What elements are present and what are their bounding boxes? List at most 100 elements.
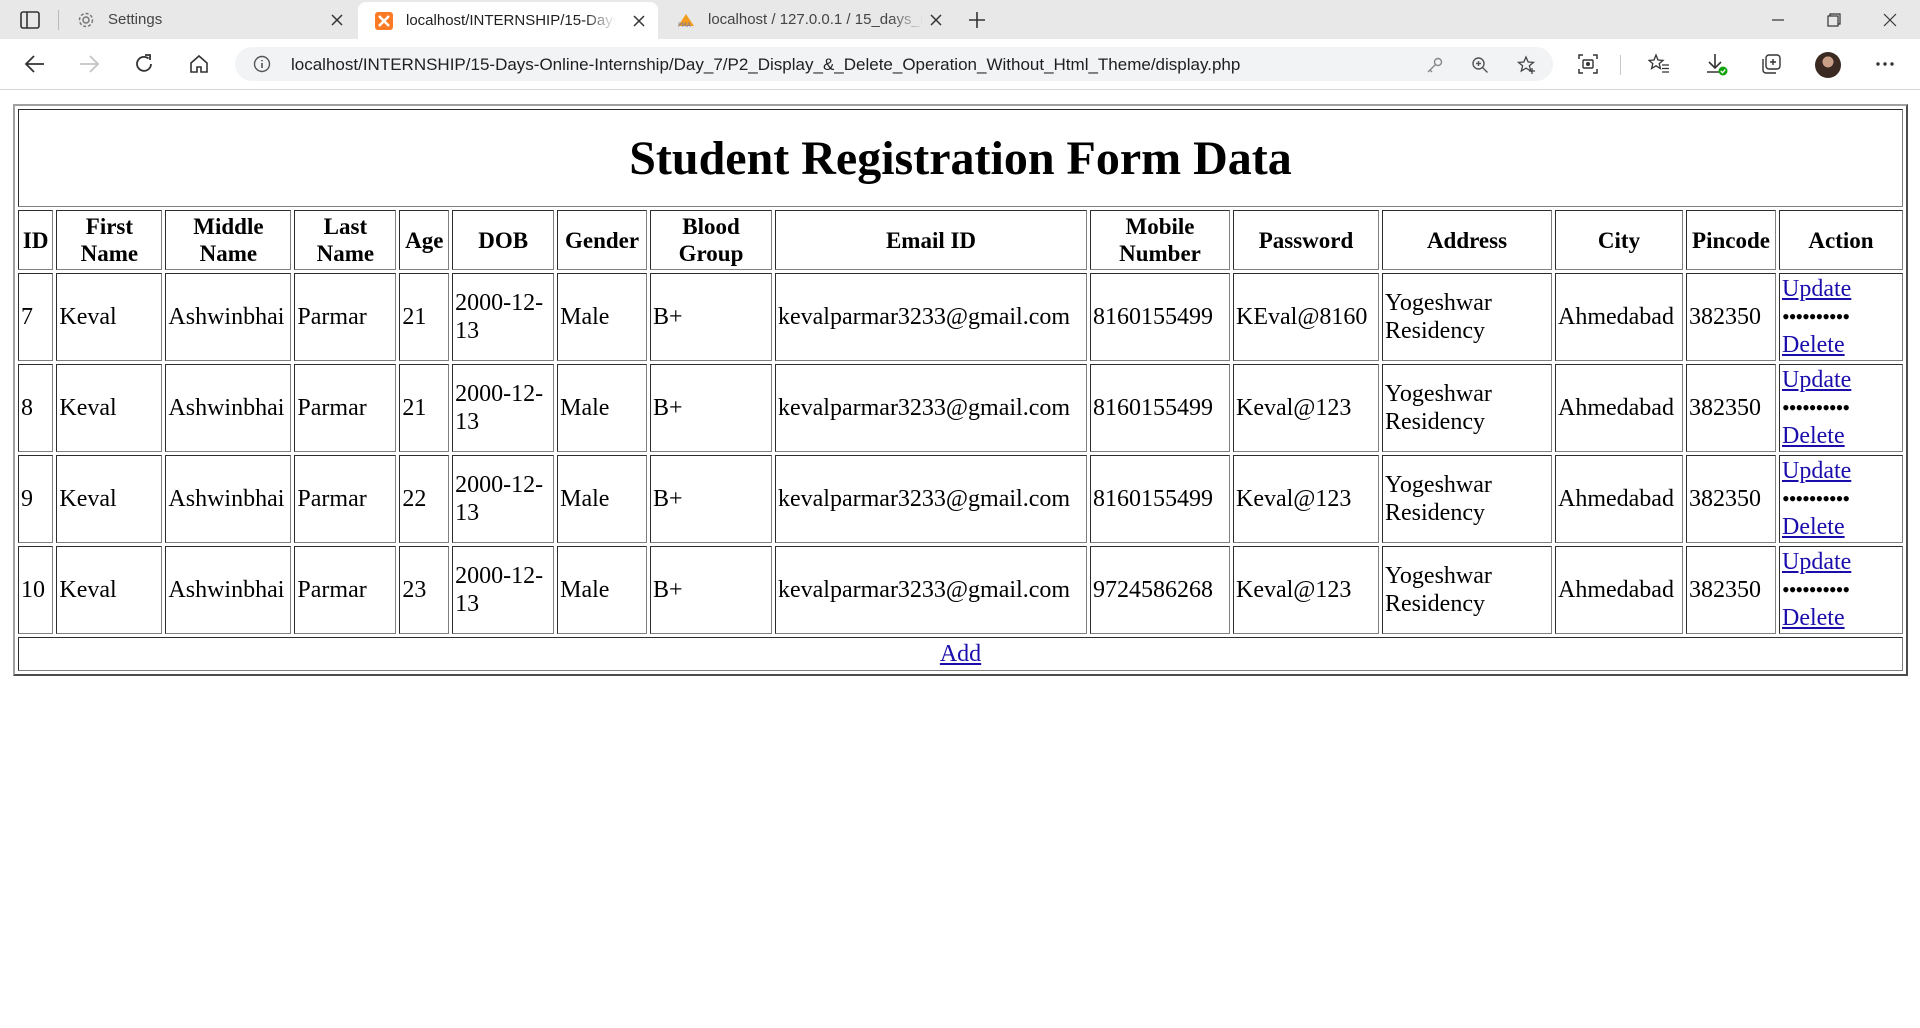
cell-first-name: Keval (56, 546, 163, 634)
column-header: ID (18, 210, 54, 270)
page-content: Student Registration Form Data ID First … (0, 90, 1920, 1028)
cell-pincode: 382350 (1686, 364, 1776, 452)
cell-address: Yogeshwar Residency (1382, 546, 1552, 634)
cell-mobile: 9724586268 (1090, 546, 1230, 634)
update-link[interactable]: Update (1782, 457, 1900, 485)
tab-phpmyadmin[interactable]: PMA localhost / 127.0.0.1 / 15_days_inte… (660, 0, 955, 39)
add-cell: Add (18, 637, 1903, 671)
cell-id: 9 (18, 455, 54, 543)
action-separator: •••••••••• (1782, 577, 1850, 602)
cell-blood-group: B+ (650, 364, 772, 452)
delete-link[interactable]: Delete (1782, 513, 1900, 541)
delete-link[interactable]: Delete (1782, 422, 1900, 450)
downloads-icon[interactable] (1703, 51, 1729, 77)
forward-button[interactable] (72, 49, 106, 79)
cell-action: Update •••••••••• Delete (1779, 364, 1903, 452)
toolbar-divider (1620, 55, 1621, 75)
column-header: Mobile Number (1090, 210, 1230, 270)
minimize-button[interactable] (1750, 0, 1806, 39)
cell-dob: 2000-12-13 (452, 364, 555, 452)
close-window-icon (1883, 13, 1897, 26)
favorites-icon[interactable] (1646, 51, 1672, 77)
column-header: DOB (452, 210, 555, 270)
column-header: Gender (557, 210, 647, 270)
table-row: 10 Keval Ashwinbhai Parmar 23 2000-12-13… (18, 546, 1903, 634)
cell-password: KEval@8160 (1233, 273, 1379, 361)
cell-middle-name: Ashwinbhai (165, 546, 292, 634)
delete-link[interactable]: Delete (1782, 331, 1900, 359)
cell-gender: Male (557, 455, 647, 543)
cell-id: 8 (18, 364, 54, 452)
close-window-button[interactable] (1862, 0, 1918, 39)
cell-age: 21 (399, 273, 450, 361)
cell-mobile: 8160155499 (1090, 364, 1230, 452)
update-link[interactable]: Update (1782, 275, 1900, 303)
cell-middle-name: Ashwinbhai (165, 455, 292, 543)
address-bar[interactable]: localhost/INTERNSHIP/15-Days-Online-Inte… (235, 47, 1553, 81)
cell-last-name: Parmar (294, 273, 397, 361)
svg-text:PMA: PMA (678, 22, 692, 28)
close-icon[interactable] (328, 11, 346, 29)
restore-button[interactable] (1806, 0, 1862, 39)
table-header-row: ID First Name Middle Name Last Name Age … (18, 210, 1903, 270)
collections-icon[interactable] (1758, 51, 1784, 77)
column-header: Age (399, 210, 450, 270)
cell-action: Update •••••••••• Delete (1779, 455, 1903, 543)
column-header: First Name (56, 210, 163, 270)
add-link[interactable]: Add (940, 641, 981, 667)
refresh-icon (136, 54, 152, 72)
refresh-button[interactable] (127, 49, 161, 79)
cell-dob: 2000-12-13 (452, 273, 555, 361)
cell-pincode: 382350 (1686, 273, 1776, 361)
table-row: 8 Keval Ashwinbhai Parmar 21 2000-12-13 … (18, 364, 1903, 452)
new-tab-button[interactable] (962, 7, 992, 33)
cell-password: Keval@123 (1233, 455, 1379, 543)
url-text[interactable]: localhost/INTERNSHIP/15-Days-Online-Inte… (291, 55, 1240, 75)
cell-age: 22 (399, 455, 450, 543)
cell-city: Ahmedabad (1555, 273, 1683, 361)
column-header: Middle Name (165, 210, 292, 270)
restore-icon (1827, 12, 1841, 27)
zoom-icon[interactable] (1470, 55, 1490, 75)
key-icon[interactable] (1425, 55, 1445, 75)
browser-toolbar: localhost/INTERNSHIP/15-Days-Online-Inte… (0, 39, 1920, 90)
cell-dob: 2000-12-13 (452, 546, 555, 634)
cell-last-name: Parmar (294, 455, 397, 543)
home-button[interactable] (182, 49, 216, 79)
delete-link[interactable]: Delete (1782, 604, 1900, 632)
cell-email: kevalparmar3233@gmail.com (775, 364, 1087, 452)
tab-display-php[interactable]: localhost/INTERNSHIP/15-Days-Online-Inte… (358, 2, 658, 39)
cell-city: Ahmedabad (1555, 364, 1683, 452)
cell-city: Ahmedabad (1555, 455, 1683, 543)
cell-blood-group: B+ (650, 455, 772, 543)
tab-actions-button[interactable] (12, 8, 48, 32)
cell-blood-group: B+ (650, 273, 772, 361)
screenshot-icon[interactable] (1575, 51, 1601, 77)
cell-id: 10 (18, 546, 54, 634)
update-link[interactable]: Update (1782, 366, 1900, 394)
tab-strip: Settings localhost/INTERNSHIP/15-Days-On… (0, 0, 1920, 39)
cell-age: 23 (399, 546, 450, 634)
info-icon[interactable] (253, 55, 271, 73)
xampp-icon (374, 11, 394, 31)
column-header: Blood Group (650, 210, 772, 270)
cell-first-name: Keval (56, 364, 163, 452)
close-icon[interactable] (927, 11, 945, 29)
cell-pincode: 382350 (1686, 455, 1776, 543)
add-favorite-icon[interactable] (1517, 55, 1537, 75)
back-button[interactable] (18, 49, 52, 79)
cell-email: kevalparmar3233@gmail.com (775, 546, 1087, 634)
cell-age: 21 (399, 364, 450, 452)
gear-icon (76, 10, 96, 30)
add-row: Add (18, 637, 1903, 671)
column-header: Pincode (1686, 210, 1776, 270)
tab-settings[interactable]: Settings (60, 0, 356, 39)
column-header: Email ID (775, 210, 1087, 270)
table-row: 9 Keval Ashwinbhai Parmar 22 2000-12-13 … (18, 455, 1903, 543)
more-options-icon[interactable] (1872, 51, 1898, 77)
cell-password: Keval@123 (1233, 546, 1379, 634)
column-header: City (1555, 210, 1683, 270)
profile-avatar[interactable] (1815, 52, 1841, 78)
update-link[interactable]: Update (1782, 548, 1900, 576)
close-icon[interactable] (630, 12, 648, 30)
